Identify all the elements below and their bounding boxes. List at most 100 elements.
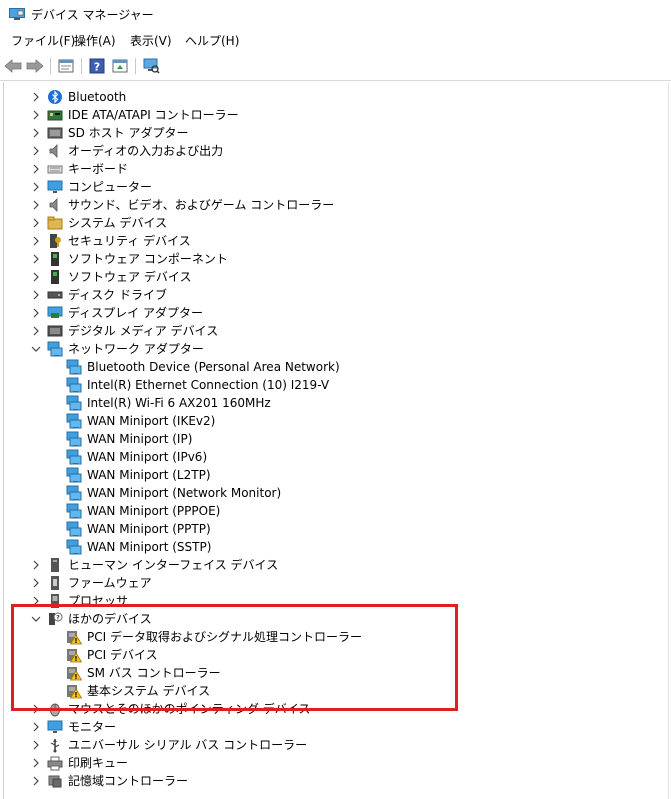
toolbar-separator bbox=[135, 58, 136, 74]
tree-item-label: ほかのデバイス bbox=[68, 612, 152, 626]
chevron-right-icon[interactable] bbox=[30, 721, 42, 733]
chevron-right-icon[interactable] bbox=[30, 703, 42, 715]
chevron-right-icon[interactable] bbox=[30, 577, 42, 589]
chevron-down-icon[interactable] bbox=[30, 613, 42, 625]
chevron-right-icon[interactable] bbox=[30, 739, 42, 751]
chevron-right-icon[interactable] bbox=[30, 325, 42, 337]
chevron-right-icon[interactable] bbox=[30, 217, 42, 229]
tree-device-33[interactable]: ! 基本システム デバイス bbox=[0, 682, 660, 700]
tree-device-sm[interactable]: ! SM バス コントローラー bbox=[0, 664, 660, 682]
tree-item-label: SM バス コントローラー bbox=[87, 666, 221, 680]
tree-category-13[interactable]: デジタル メディア デバイス bbox=[0, 322, 660, 340]
chevron-right-icon[interactable] bbox=[30, 91, 42, 103]
scan-hardware-button[interactable] bbox=[141, 56, 161, 76]
chevron-right-icon[interactable] bbox=[30, 307, 42, 319]
tree-device-wan-miniport-ipv6[interactable]: WAN Miniport (IPv6) bbox=[0, 448, 660, 466]
network-icon bbox=[66, 539, 82, 555]
tree-item-label: WAN Miniport (IP) bbox=[87, 432, 193, 446]
tree-category-27[interactable]: ファームウェア bbox=[0, 574, 660, 592]
chevron-right-icon[interactable] bbox=[30, 775, 42, 787]
tree-category-ide-ata-atapi[interactable]: IDE ATA/ATAPI コントローラー bbox=[0, 106, 660, 124]
menu-view[interactable]: 表示(V) bbox=[128, 33, 174, 49]
tree-device-wan-miniport-network-monitor[interactable]: WAN Miniport (Network Monitor) bbox=[0, 484, 660, 502]
tree-device-wan-miniport-pppoe[interactable]: WAN Miniport (PPPOE) bbox=[0, 502, 660, 520]
tree-category-29[interactable]: ? ほかのデバイス bbox=[0, 610, 660, 628]
chevron-right-icon[interactable] bbox=[30, 181, 42, 193]
tree-device-pci[interactable]: ! PCI データ取得およびシグナル処理コントローラー bbox=[0, 628, 660, 646]
warning-icon: ! bbox=[67, 667, 82, 681]
display-icon bbox=[47, 306, 63, 318]
tree-category-3[interactable]: オーディオの入力および出力 bbox=[0, 142, 660, 160]
chevron-right-icon[interactable] bbox=[30, 127, 42, 139]
tree-device-wan-miniport-pptp[interactable]: WAN Miniport (PPTP) bbox=[0, 520, 660, 538]
tree-device-pci[interactable]: ! PCI デバイス bbox=[0, 646, 660, 664]
chevron-right-icon[interactable] bbox=[30, 235, 42, 247]
chevron-down-icon[interactable] bbox=[30, 343, 42, 355]
svg-text:!: ! bbox=[74, 691, 77, 699]
svg-text:?: ? bbox=[56, 615, 60, 622]
tree-category-26[interactable]: ヒューマン インターフェイス デバイス bbox=[0, 556, 660, 574]
window-title: デバイス マネージャー bbox=[31, 8, 154, 22]
menu-help[interactable]: ヘルプ(H) bbox=[183, 33, 241, 49]
tree-category-38[interactable]: 記憶域コントローラー bbox=[0, 772, 660, 790]
help-button[interactable]: ? bbox=[87, 56, 107, 76]
device-tree[interactable]: Bluetooth IDE ATA/ATAPI コントローラー SD ホスト アダプ… bbox=[0, 82, 668, 799]
tree-item-label: WAN Miniport (SSTP) bbox=[87, 540, 212, 554]
tree-device-wan-miniport-sstp[interactable]: WAN Miniport (SSTP) bbox=[0, 538, 660, 556]
tree-category-8[interactable]: セキュリティ デバイス bbox=[0, 232, 660, 250]
network-icon bbox=[66, 467, 82, 483]
menu-action[interactable]: 操作(A) bbox=[72, 33, 118, 49]
network-icon bbox=[47, 341, 63, 357]
tree-category-11[interactable]: ディスク ドライブ bbox=[0, 286, 660, 304]
tree-device-wan-miniport-ikev2[interactable]: WAN Miniport (IKEv2) bbox=[0, 412, 660, 430]
tree-device-intel-r-wi-fi-6-ax201-160mhz[interactable]: Intel(R) Wi-Fi 6 AX201 160MHz bbox=[0, 394, 660, 412]
tree-category-9[interactable]: ソフトウェア コンポーネント bbox=[0, 250, 660, 268]
chevron-right-icon[interactable] bbox=[30, 595, 42, 607]
chevron-right-icon[interactable] bbox=[30, 289, 42, 301]
tree-category-7[interactable]: システム デバイス bbox=[0, 214, 660, 232]
security-icon bbox=[50, 234, 61, 248]
tree-category-10[interactable]: ソフトウェア デバイス bbox=[0, 268, 660, 286]
menu-file[interactable]: ファイル(F) bbox=[9, 33, 77, 49]
chevron-right-icon[interactable] bbox=[30, 253, 42, 265]
properties-button[interactable] bbox=[56, 56, 76, 76]
tree-item-label: SD ホスト アダプター bbox=[68, 126, 189, 140]
tree-item-label: Intel(R) Ethernet Connection (10) I219-V bbox=[87, 378, 330, 392]
tree-item-label: ソフトウェア デバイス bbox=[68, 270, 192, 284]
tree-item-label: PCI データ取得およびシグナル処理コントローラー bbox=[87, 630, 362, 644]
warning-icon: ! bbox=[67, 685, 82, 699]
tree-category-sd[interactable]: SD ホスト アダプター bbox=[0, 124, 660, 142]
tree-category-6[interactable]: サウンド、ビデオ、およびゲーム コントローラー bbox=[0, 196, 660, 214]
tree-category-14[interactable]: ネットワーク アダプター bbox=[0, 340, 660, 358]
chevron-right-icon[interactable] bbox=[30, 271, 42, 283]
chevron-right-icon[interactable] bbox=[30, 559, 42, 571]
tree-category-28[interactable]: プロセッサ bbox=[0, 592, 660, 610]
tree-device-wan-miniport-l2tp[interactable]: WAN Miniport (L2TP) bbox=[0, 466, 660, 484]
tree-category-4[interactable]: キーボード bbox=[0, 160, 660, 178]
tree-category-12[interactable]: ディスプレイ アダプター bbox=[0, 304, 660, 322]
network-icon bbox=[66, 359, 82, 375]
tree-item-label: ヒューマン インターフェイス デバイス bbox=[68, 558, 279, 572]
chevron-right-icon[interactable] bbox=[30, 199, 42, 211]
tree-item-label: WAN Miniport (PPTP) bbox=[87, 522, 211, 536]
update-driver-button[interactable] bbox=[110, 56, 130, 76]
back-button[interactable] bbox=[3, 56, 23, 76]
tree-category-37[interactable]: 印刷キュー bbox=[0, 754, 660, 772]
software-icon bbox=[51, 252, 59, 266]
tree-category-36[interactable]: ユニバーサル シリアル バス コントローラー bbox=[0, 736, 660, 754]
tree-category-34[interactable]: マウスとそのほかのポインティング デバイス bbox=[0, 700, 660, 718]
tree-item-label: WAN Miniport (PPPOE) bbox=[87, 504, 221, 518]
chevron-right-icon[interactable] bbox=[30, 109, 42, 121]
tree-item-label: Bluetooth bbox=[68, 90, 127, 104]
warning-icon: ! bbox=[67, 631, 82, 645]
tree-device-bluetooth-device-personal-area-network[interactable]: Bluetooth Device (Personal Area Network) bbox=[0, 358, 660, 376]
tree-category-bluetooth[interactable]: Bluetooth bbox=[0, 88, 660, 106]
chevron-right-icon[interactable] bbox=[30, 757, 42, 769]
tree-category-35[interactable]: モニター bbox=[0, 718, 660, 736]
tree-device-intel-r-ethernet-connection-10-i219-v[interactable]: Intel(R) Ethernet Connection (10) I219-V bbox=[0, 376, 660, 394]
tree-category-5[interactable]: コンピューター bbox=[0, 178, 660, 196]
chevron-right-icon[interactable] bbox=[30, 145, 42, 157]
chevron-right-icon[interactable] bbox=[30, 163, 42, 175]
tree-device-wan-miniport-ip[interactable]: WAN Miniport (IP) bbox=[0, 430, 660, 448]
forward-button[interactable] bbox=[25, 56, 45, 76]
